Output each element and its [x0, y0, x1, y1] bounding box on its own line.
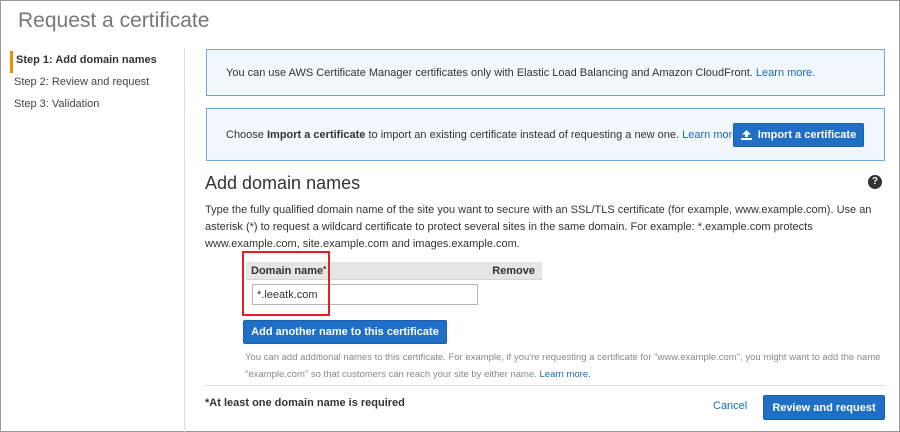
import-info-suffix: to import an existing certificate instea… [365, 128, 680, 141]
hint-learn-more-link[interactable]: Learn more. [540, 369, 591, 380]
section-title: Add domain names [205, 173, 361, 193]
step-review-and-request[interactable]: Step 2: Review and request [10, 73, 180, 95]
cancel-button[interactable]: Cancel [713, 400, 747, 412]
remove-column-header: Remove [492, 264, 535, 277]
upload-icon [740, 130, 752, 140]
add-another-name-button[interactable]: Add another name to this certificate [243, 320, 447, 344]
highlight-annotation [242, 251, 330, 316]
import-info-box: Choose Import a certificate to import an… [206, 108, 885, 161]
step-navigation: Step 1: Add domain names Step 2: Review … [10, 51, 180, 117]
add-names-hint: You can add additional names to this cer… [245, 349, 890, 383]
step-add-domain-names[interactable]: Step 1: Add domain names [10, 51, 180, 73]
footer-divider [205, 385, 885, 386]
section-description: Type the fully qualified domain name of … [205, 204, 872, 250]
review-and-request-button[interactable]: Review and request [763, 395, 885, 420]
elb-info-text: You can use AWS Certificate Manager cert… [226, 66, 753, 79]
elb-learn-more-link[interactable]: Learn more. [756, 67, 815, 79]
import-certificate-label: Import a certificate [757, 129, 857, 141]
required-note: *At least one domain name is required [205, 397, 405, 409]
import-info-prefix: Choose [226, 128, 267, 141]
import-certificate-button[interactable]: Import a certificate [733, 123, 864, 147]
import-info-bold: Import a certificate [266, 128, 366, 141]
step-validation[interactable]: Step 3: Validation [10, 95, 180, 117]
help-icon[interactable]: ? [868, 175, 882, 189]
nav-divider [184, 48, 185, 432]
page-title: Request a certificate [18, 9, 210, 32]
elb-info-box: You can use AWS Certificate Manager cert… [206, 49, 885, 96]
